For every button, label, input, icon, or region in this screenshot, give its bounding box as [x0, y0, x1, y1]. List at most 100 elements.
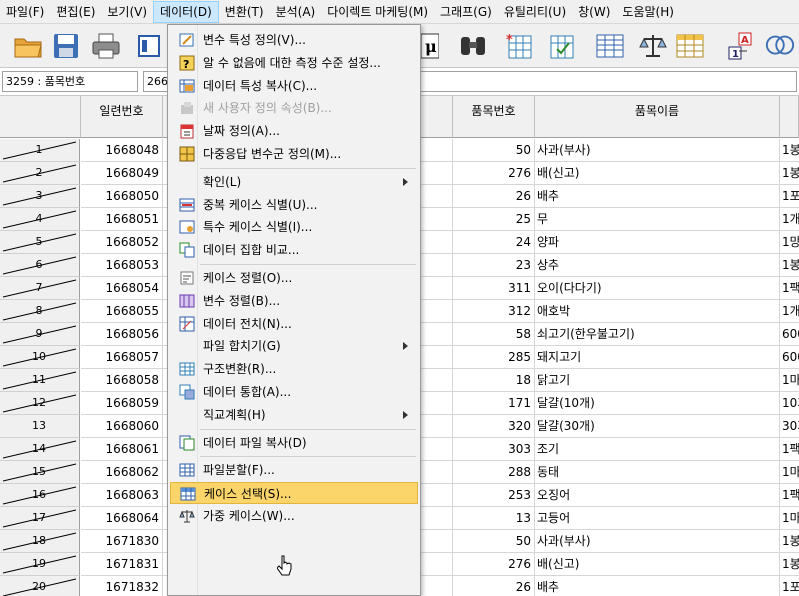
- cell-serial[interactable]: 1671830: [81, 530, 163, 553]
- use-sets-icon[interactable]: [764, 30, 796, 62]
- cell-itemname[interactable]: 양파: [535, 231, 780, 254]
- value-labels-icon[interactable]: A1: [724, 30, 756, 62]
- find-binoculars-icon[interactable]: [457, 30, 489, 62]
- cell-itemname[interactable]: 배(신고): [535, 162, 780, 185]
- row-header[interactable]: 9: [0, 323, 80, 346]
- menu-item-8[interactable]: 유틸리티(U): [498, 1, 572, 23]
- row-header[interactable]: 14: [0, 438, 80, 461]
- cell-itemno[interactable]: 312: [453, 300, 535, 323]
- cell-unit[interactable]: 1개: [780, 300, 799, 323]
- cell-unit[interactable]: 1팩: [780, 277, 799, 300]
- cell-serial[interactable]: 1668051: [81, 208, 163, 231]
- row-header[interactable]: 5: [0, 231, 80, 254]
- menu-item-10[interactable]: 도움말(H): [616, 1, 680, 23]
- cell-serial[interactable]: 1668053: [81, 254, 163, 277]
- data-menu-item-4[interactable]: 날짜 정의(A)...: [170, 120, 418, 142]
- cell-itemno[interactable]: 50: [453, 530, 535, 553]
- cell-unit[interactable]: 1포: [780, 185, 799, 208]
- row-header[interactable]: 8: [0, 300, 80, 323]
- cell-serial[interactable]: 1668054: [81, 277, 163, 300]
- cell-itemno[interactable]: 303: [453, 438, 535, 461]
- row-header[interactable]: 11: [0, 369, 80, 392]
- row-header[interactable]: 13: [0, 415, 80, 438]
- cell-serial[interactable]: 1668049: [81, 162, 163, 185]
- cell-serial[interactable]: 1671831: [81, 553, 163, 576]
- row-header[interactable]: 10: [0, 346, 80, 369]
- data-menu-item-22[interactable]: 파일분할(F)...: [170, 459, 418, 481]
- cell-itemno[interactable]: 285: [453, 346, 535, 369]
- row-header[interactable]: 15: [0, 461, 80, 484]
- row-header[interactable]: 1: [0, 139, 80, 162]
- cell-serial[interactable]: 1668059: [81, 392, 163, 415]
- cell-serial[interactable]: 1668056: [81, 323, 163, 346]
- data-menu-item-20[interactable]: 데이터 파일 복사(D): [170, 432, 418, 454]
- row-header[interactable]: 7: [0, 277, 80, 300]
- data-menu-item-13[interactable]: 변수 정렬(B)...: [170, 290, 418, 312]
- cell-itemname[interactable]: 사과(부사): [535, 530, 780, 553]
- cell-unit[interactable]: 1포: [780, 576, 799, 596]
- cell-itemno[interactable]: 276: [453, 553, 535, 576]
- cell-itemname[interactable]: 애호박: [535, 300, 780, 323]
- cell-itemno[interactable]: 50: [453, 139, 535, 162]
- cell-itemno[interactable]: 58: [453, 323, 535, 346]
- corner-header[interactable]: [0, 96, 81, 138]
- cell-serial[interactable]: 1668064: [81, 507, 163, 530]
- data-menu-item-7[interactable]: 확인(L): [170, 171, 418, 193]
- cell-unit[interactable]: 1마: [780, 461, 799, 484]
- cell-itemno[interactable]: 171: [453, 392, 535, 415]
- cell-itemname[interactable]: 배추: [535, 185, 780, 208]
- row-header[interactable]: 12: [0, 392, 80, 415]
- cell-itemno[interactable]: 320: [453, 415, 535, 438]
- row-header[interactable]: 16: [0, 484, 80, 507]
- cell-itemname[interactable]: 돼지고기: [535, 346, 780, 369]
- data-menu-item-23[interactable]: 케이스 선택(S)...: [170, 482, 418, 505]
- cell-itemno[interactable]: 311: [453, 277, 535, 300]
- cell-itemname[interactable]: 오징어: [535, 484, 780, 507]
- cell-itemname[interactable]: 닭고기: [535, 369, 780, 392]
- row-header[interactable]: 19: [0, 553, 80, 576]
- cell-serial[interactable]: 1668060: [81, 415, 163, 438]
- insert-variable-icon[interactable]: [546, 30, 578, 62]
- cell-unit[interactable]: 1개: [780, 208, 799, 231]
- cell-unit[interactable]: 1봉: [780, 254, 799, 277]
- cell-unit[interactable]: 1팩: [780, 484, 799, 507]
- cell-itemname[interactable]: 고등어: [535, 507, 780, 530]
- cell-serial[interactable]: 1668061: [81, 438, 163, 461]
- cell-itemname[interactable]: 쇠고기(한우불고기): [535, 323, 780, 346]
- cell-itemno[interactable]: 288: [453, 461, 535, 484]
- column-header-itemname[interactable]: 품목이름: [535, 96, 780, 138]
- cell-itemname[interactable]: 오이(다다기): [535, 277, 780, 300]
- data-menu-item-14[interactable]: 데이터 전치(N)...: [170, 313, 418, 335]
- cell-itemname[interactable]: 무: [535, 208, 780, 231]
- weight-scale-icon[interactable]: [637, 30, 669, 62]
- column-header-itemno[interactable]: 품목번호: [453, 96, 535, 138]
- cell-unit[interactable]: 30가: [780, 415, 799, 438]
- cell-itemno[interactable]: 24: [453, 231, 535, 254]
- menu-item-7[interactable]: 그래프(G): [434, 1, 498, 23]
- open-folder-icon[interactable]: [12, 30, 44, 62]
- row-header[interactable]: 3: [0, 185, 80, 208]
- cell-itemno[interactable]: 26: [453, 576, 535, 596]
- data-menu-item-1[interactable]: ? 알 수 없음에 대한 측정 수준 설정...: [170, 52, 418, 74]
- menu-item-0[interactable]: 파일(F): [0, 1, 50, 23]
- cell-serial[interactable]: 1668050: [81, 185, 163, 208]
- mu-icon[interactable]: μ: [420, 30, 440, 62]
- cell-serial[interactable]: 1668063: [81, 484, 163, 507]
- cell-itemname[interactable]: 배(신고): [535, 553, 780, 576]
- menu-item-3[interactable]: 데이터(D): [153, 0, 219, 23]
- row-header[interactable]: 18: [0, 530, 80, 553]
- cell-unit[interactable]: 10가: [780, 392, 799, 415]
- data-menu-item-12[interactable]: 케이스 정렬(O)...: [170, 267, 418, 289]
- cell-itemno[interactable]: 25: [453, 208, 535, 231]
- data-menu-item-18[interactable]: 직교계획(H): [170, 404, 418, 426]
- cell-unit[interactable]: 1봉: [780, 162, 799, 185]
- menu-item-2[interactable]: 보기(V): [101, 1, 153, 23]
- cell-serial[interactable]: 1668057: [81, 346, 163, 369]
- data-menu-item-24[interactable]: 가중 케이스(W)...: [170, 505, 418, 527]
- cell-itemno[interactable]: 253: [453, 484, 535, 507]
- cell-unit[interactable]: 1봉: [780, 530, 799, 553]
- cell-itemname[interactable]: 달걀(10개): [535, 392, 780, 415]
- menu-item-5[interactable]: 분석(A): [270, 1, 322, 23]
- cell-itemname[interactable]: 배추: [535, 576, 780, 596]
- cell-itemno[interactable]: 18: [453, 369, 535, 392]
